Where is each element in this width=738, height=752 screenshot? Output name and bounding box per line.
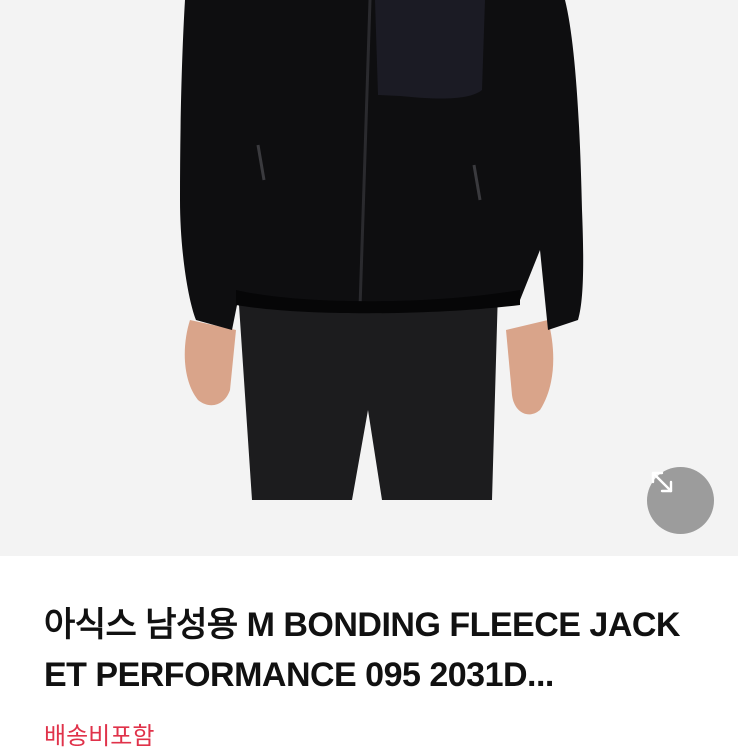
chest-panel — [375, 0, 485, 99]
shipping-included-label: 배송비포함 — [44, 723, 155, 750]
product-image[interactable] — [0, 0, 738, 556]
expand-image-button[interactable] — [647, 467, 714, 534]
jacket-photo — [180, 0, 584, 500]
product-title[interactable]: 아식스 남성용 M BONDING FLEECE JACKET PERFORMA… — [44, 600, 694, 700]
expand-arrows-icon — [651, 471, 673, 493]
left-hand — [184, 320, 236, 406]
pants — [238, 290, 498, 500]
right-hand — [506, 320, 554, 415]
